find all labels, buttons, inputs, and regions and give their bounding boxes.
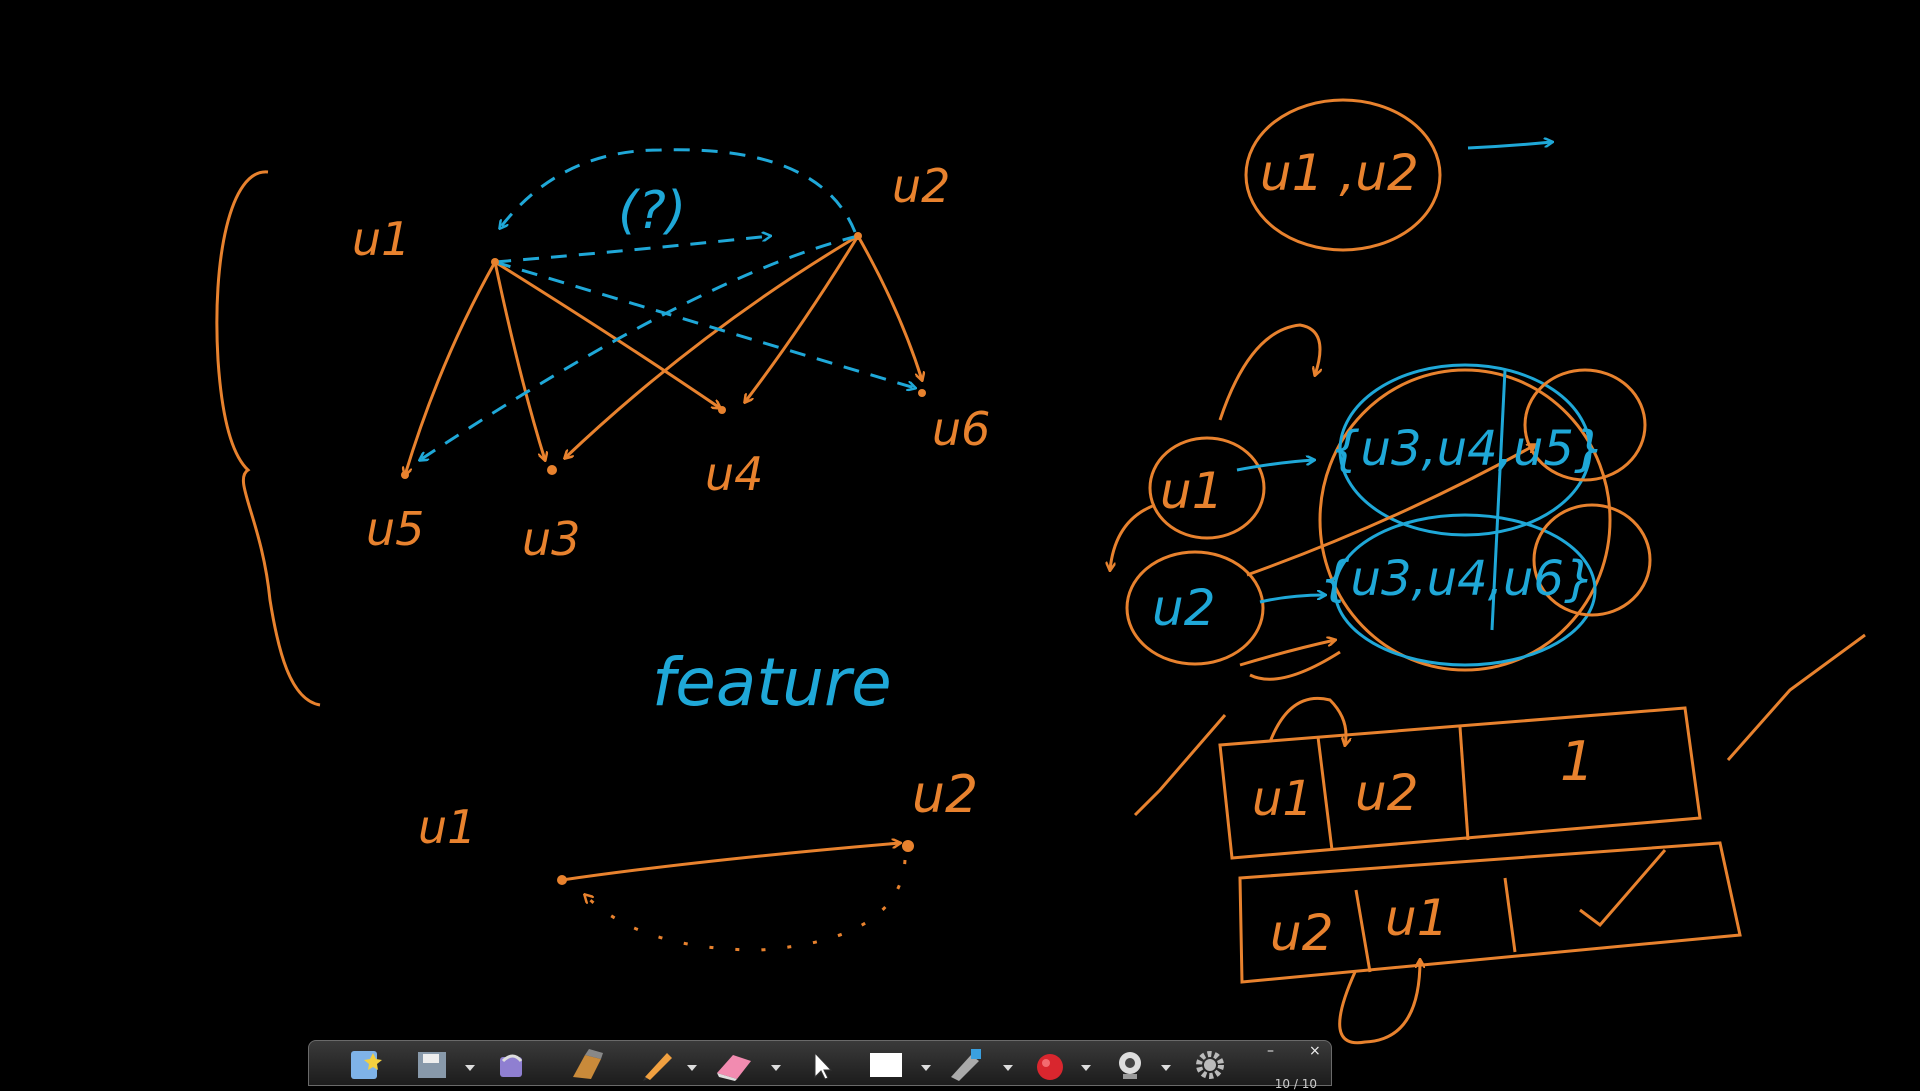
arrow-u1-u2: [561, 843, 900, 882]
save-icon[interactable]: [415, 1047, 449, 1081]
label-u5: u5: [366, 502, 424, 556]
label-u3: u3: [522, 512, 580, 566]
arrow-u2-u1-dotted: [585, 859, 907, 952]
minimize-button[interactable]: –: [1267, 1043, 1274, 1059]
page-counter: 10 / 10: [1274, 1077, 1317, 1091]
undo-icon[interactable]: [495, 1047, 529, 1081]
new-page-icon[interactable]: [347, 1047, 387, 1081]
screen-dropdown-arrow[interactable]: [921, 1065, 931, 1071]
label-set2: {u3,u4,u6}: [1320, 551, 1594, 607]
label-u1-bottom: u1: [418, 800, 476, 854]
label-u4: u4: [705, 447, 763, 501]
eraser-board-icon[interactable]: [567, 1047, 607, 1081]
record-dropdown-arrow[interactable]: [1081, 1065, 1091, 1071]
label-u6: u6: [932, 402, 990, 456]
label-row1-b: u2: [1355, 764, 1419, 822]
pen-icon[interactable]: [639, 1047, 677, 1081]
screen-icon[interactable]: [867, 1047, 907, 1081]
label-set1: {u3,u4,u5}: [1330, 421, 1604, 477]
label-feature: feature: [652, 644, 892, 721]
record-icon[interactable]: [1033, 1047, 1067, 1081]
pointer-icon[interactable]: [811, 1047, 833, 1081]
label-row2-a: u2: [1270, 904, 1334, 962]
pen-dropdown-arrow[interactable]: [687, 1065, 697, 1071]
table-sketch: [1133, 633, 1866, 1045]
close-button[interactable]: ×: [1309, 1043, 1321, 1059]
arrow-pair-right: [1467, 142, 1552, 150]
label-left-u1: u1: [1160, 462, 1224, 520]
graph-nodes: [401, 232, 926, 479]
label-pair: u1 ,u2: [1260, 144, 1419, 202]
label-u1-top: u1: [352, 212, 410, 266]
save-dropdown-arrow[interactable]: [465, 1065, 475, 1071]
label-question: (?): [618, 181, 686, 241]
presentation-toolbar: – × 10 / 10: [308, 1040, 1332, 1091]
webcam-icon[interactable]: [1113, 1047, 1147, 1081]
drawing-canvas[interactable]: u1 u2 (?) u5 u3 u4 u6 feature u1 u2 u1 ,…: [0, 0, 1920, 1080]
highlighter-icon[interactable]: [945, 1047, 985, 1081]
label-u2-top: u2: [892, 159, 950, 213]
label-u2-bottom: u2: [912, 765, 978, 825]
webcam-dropdown-arrow[interactable]: [1161, 1065, 1171, 1071]
settings-icon[interactable]: [1193, 1047, 1227, 1081]
curly-brace: [215, 170, 321, 707]
label-row1-a: u1: [1252, 771, 1313, 827]
highlighter-dropdown-arrow[interactable]: [1003, 1065, 1013, 1071]
label-row2-b: u1: [1385, 889, 1449, 947]
eraser-icon[interactable]: [713, 1047, 755, 1081]
label-row1-c: 1: [1560, 730, 1594, 793]
graph-orange-edges: [405, 234, 922, 475]
eraser-dropdown-arrow[interactable]: [771, 1065, 781, 1071]
label-left-u2: u2: [1152, 579, 1216, 637]
